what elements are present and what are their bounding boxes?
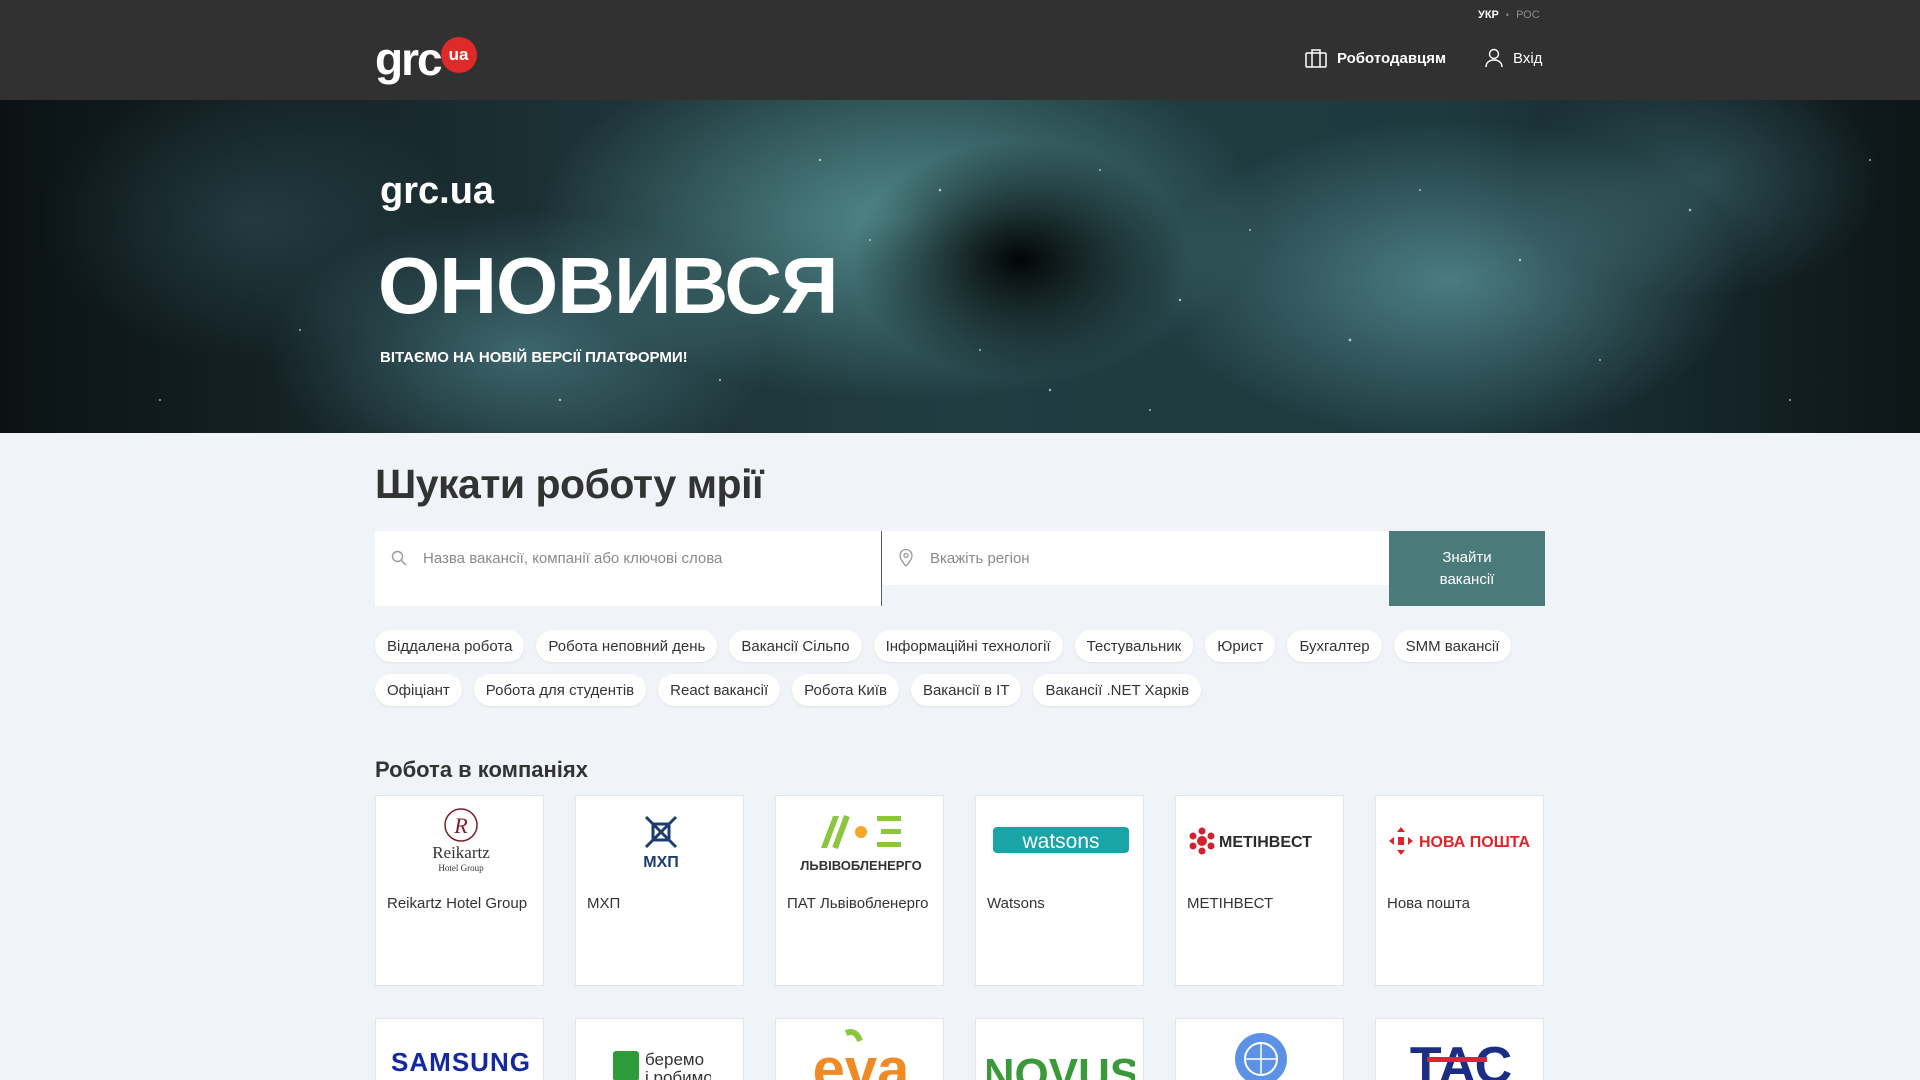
reikartz-logo: R Reikartz Hotel Group — [376, 796, 545, 886]
company-name: Нова пошта — [1387, 895, 1471, 912]
company-card[interactable]: НОВА ПОШТА Нова пошта — [1375, 795, 1544, 986]
chip-react[interactable]: React вакансії — [658, 674, 781, 706]
company-card[interactable]: NOVUS — [975, 1018, 1144, 1080]
mhp-logo: МХП — [576, 796, 745, 886]
svg-text:NOVUS: NOVUS — [987, 1050, 1135, 1080]
hero-stars — [159, 158, 1871, 411]
find-jobs-button[interactable]: Знайти вакансії — [1389, 531, 1545, 606]
region-input[interactable] — [930, 549, 1370, 567]
popular-searches-row1: Віддалена робота Робота неповний день Ва… — [375, 630, 1555, 662]
company-name: Watsons — [987, 895, 1045, 912]
svg-text:МЕТІНВЕСТ: МЕТІНВЕСТ — [1219, 834, 1312, 851]
lang-separator: • — [1505, 10, 1510, 20]
chip-smm[interactable]: SMM вакансії — [1393, 630, 1512, 662]
chip-tester[interactable]: Тестувальник — [1074, 630, 1194, 662]
svg-text:Reikartz: Reikartz — [432, 843, 490, 862]
chip-lawyer[interactable]: Юрист — [1205, 630, 1276, 662]
site-logo[interactable]: grc ua — [375, 36, 477, 82]
login-label: Вхід — [1513, 49, 1543, 67]
lang-ukr[interactable]: УКР — [1478, 9, 1499, 21]
svg-text:R: R — [453, 813, 468, 838]
search-icon — [375, 550, 423, 566]
chip-kyiv[interactable]: Робота Київ — [792, 674, 899, 706]
svg-text:eva: eva — [812, 1037, 910, 1080]
company-card[interactable]: eva — [775, 1018, 944, 1080]
language-switcher: УКР • РОС — [1478, 9, 1540, 21]
hero-banner[interactable]: grc.ua ОНОВИВСЯ ВІТАЄМО НА НОВІЙ ВЕРСІЇ … — [0, 100, 1920, 433]
search-bar: Знайти вакансії — [375, 531, 1545, 606]
metinvest-logo: МЕТІНВЕСТ — [1176, 796, 1345, 886]
company-card[interactable]: ТАС — [1375, 1018, 1544, 1080]
novus-logo: NOVUS — [976, 1019, 1145, 1080]
chip-remote-work[interactable]: Віддалена робота — [375, 630, 525, 662]
un-logo — [1176, 1019, 1345, 1080]
find-jobs-label-2: вакансії — [1439, 570, 1495, 588]
chip-silpo[interactable]: Вакансії Сільпо — [729, 630, 862, 662]
svg-text:НОВА ПОШТА: НОВА ПОШТА — [1419, 834, 1531, 851]
chip-students[interactable]: Робота для студентів — [473, 674, 647, 706]
company-card[interactable]: SAMSUNG — [375, 1018, 544, 1080]
chip-part-time[interactable]: Робота неповний день — [536, 630, 718, 662]
login-link[interactable]: Вхід — [1485, 48, 1542, 68]
chip-net-kharkiv[interactable]: Вакансії .NET Харків — [1033, 674, 1202, 706]
chip-accountant[interactable]: Бухгалтер — [1287, 630, 1382, 662]
keywords-input[interactable] — [423, 549, 863, 567]
employers-label: Роботодавцям — [1337, 49, 1447, 67]
chip-waiter[interactable]: Офіціант — [375, 674, 462, 706]
chip-it-jobs[interactable]: Вакансії в IT — [910, 674, 1022, 706]
nova-poshta-logo: НОВА ПОШТА — [1376, 796, 1545, 886]
company-card[interactable]: watsons Watsons — [975, 795, 1144, 986]
user-icon — [1485, 48, 1503, 68]
company-name: МЕТІНВЕСТ — [1187, 895, 1274, 912]
company-name: Reikartz Hotel Group — [387, 895, 528, 912]
site-header: УКР • РОС grc ua Роботодавцям Вхід — [0, 0, 1920, 100]
company-card[interactable]: МЕТІНВЕСТ МЕТІНВЕСТ — [1175, 795, 1344, 986]
company-name: МХП — [587, 895, 621, 912]
svg-text:watsons: watsons — [1021, 830, 1099, 853]
svg-text:SAMSUNG: SAMSUNG — [391, 1047, 531, 1077]
hero-brand: grc.ua — [380, 170, 495, 212]
watsons-logo: watsons — [976, 796, 1145, 886]
company-card[interactable] — [1175, 1018, 1344, 1080]
companies-title: Робота в компаніях — [375, 757, 588, 782]
company-card[interactable]: R Reikartz Hotel Group Reikartz Hotel Gr… — [375, 795, 544, 986]
lvivoblenergo-logo: ЛЬВІВОБЛЕНЕРГО — [776, 796, 945, 886]
beremo-logo: беремо і робимо — [576, 1019, 745, 1080]
eva-logo: eva — [776, 1019, 945, 1080]
find-jobs-label-1: Знайти — [1442, 548, 1492, 566]
svg-text:беремо: беремо — [645, 1050, 704, 1069]
briefcase-icon — [1305, 48, 1327, 68]
popular-searches-row2: Офіціант Робота для студентів React вака… — [375, 674, 1555, 706]
svg-text:і робимо: і робимо — [645, 1068, 711, 1080]
svg-text:ЛЬВІВОБЛЕНЕРГО: ЛЬВІВОБЛЕНЕРГО — [800, 858, 922, 873]
search-title: Шукати роботу мрії — [375, 461, 764, 507]
svg-text:Hotel Group: Hotel Group — [438, 863, 484, 873]
employers-link[interactable]: Роботодавцям — [1305, 48, 1446, 68]
hero-title: ОНОВИВСЯ — [378, 241, 838, 330]
company-card[interactable]: МХП МХП — [575, 795, 744, 986]
logo-text: grc — [375, 33, 443, 85]
location-pin-icon — [882, 549, 930, 567]
company-card[interactable]: беремо і робимо — [575, 1018, 744, 1080]
chip-it[interactable]: Інформаційні технології — [873, 630, 1063, 662]
samsung-logo: SAMSUNG — [376, 1019, 545, 1080]
keywords-field — [375, 531, 882, 606]
company-name: ПАТ Львівобленерго — [787, 895, 929, 912]
lang-ros[interactable]: РОС — [1516, 9, 1540, 21]
hero-tagline: ВІТАЄМО НА НОВІЙ ВЕРСІЇ ПЛАТФОРМИ! — [380, 349, 688, 366]
logo-badge: ua — [440, 37, 477, 73]
svg-text:МХП: МХП — [643, 854, 679, 871]
company-card[interactable]: ЛЬВІВОБЛЕНЕРГО ПАТ Львівобленерго — [775, 795, 944, 986]
tas-logo: ТАС — [1376, 1019, 1545, 1080]
region-field — [882, 531, 1389, 585]
